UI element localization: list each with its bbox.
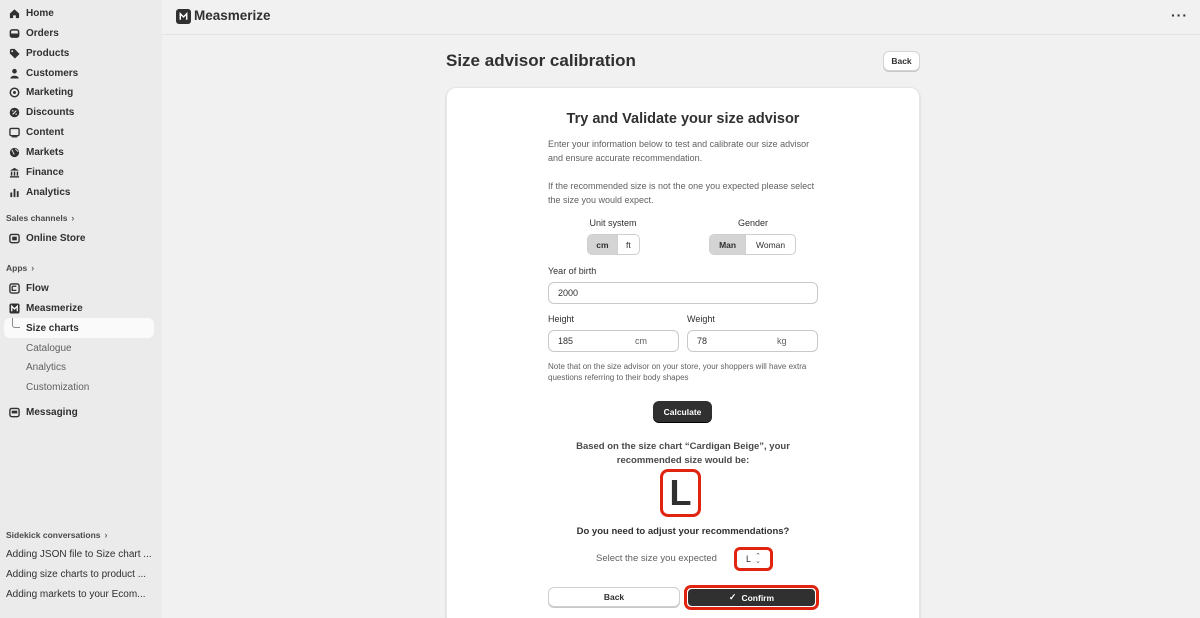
person-icon xyxy=(8,67,20,79)
height-label: Height xyxy=(548,314,575,324)
unit-option-cm[interactable]: cm xyxy=(588,235,617,254)
checkmark-icon: ✓ xyxy=(728,592,737,602)
sidebar-subitem-customization[interactable]: Customization xyxy=(26,378,89,396)
sidebar-item-marketing[interactable]: Marketing xyxy=(0,82,162,102)
tree-connector xyxy=(12,318,20,328)
gender-option-man[interactable]: Man xyxy=(710,235,746,254)
select-arrows-icon: ⌃ ⌄ xyxy=(755,553,761,565)
year-of-birth-label: Year of birth xyxy=(548,266,597,276)
bar-chart-icon xyxy=(8,186,20,198)
weight-label: Weight xyxy=(687,314,715,324)
expected-size-label: Select the size you expected xyxy=(596,553,717,564)
expected-size-select[interactable]: L ⌃ ⌄ xyxy=(734,547,773,571)
adjust-question: Do you need to adjust your recommendatio… xyxy=(576,526,790,537)
target-icon xyxy=(8,86,20,98)
sidebar: Home Orders Products Customers Marketing… xyxy=(0,0,162,618)
sidebar-item-label: Finance xyxy=(26,166,64,178)
sidebar-item-flow[interactable]: Flow xyxy=(0,278,162,298)
sidebar-item-label: Markets xyxy=(26,146,64,158)
sidebar-item-customers[interactable]: Customers xyxy=(0,63,162,83)
sidebar-item-label: Measmerize xyxy=(26,302,83,314)
sidebar-item-label: Home xyxy=(26,7,54,19)
sidebar-subitem-catalogue[interactable]: Catalogue xyxy=(26,339,72,357)
home-icon xyxy=(8,7,20,19)
sidebar-item-online-store[interactable]: Online Store xyxy=(0,228,162,248)
content-icon xyxy=(8,126,20,138)
bank-icon xyxy=(8,166,20,178)
sidebar-item-home[interactable]: Home xyxy=(0,3,162,23)
sidebar-item-content[interactable]: Content xyxy=(0,122,162,142)
sidekick-conversation[interactable]: Adding size charts to product ... xyxy=(6,569,146,580)
weight-input[interactable]: 78 kg xyxy=(687,330,818,352)
orders-icon xyxy=(8,27,20,39)
sidebar-item-label: Customers xyxy=(26,67,79,79)
messaging-icon xyxy=(8,406,20,418)
year-of-birth-input[interactable]: 2000 xyxy=(548,282,818,304)
apps-header[interactable]: Apps › xyxy=(6,263,34,273)
app-topbar: Measmerize ··· xyxy=(162,0,1200,35)
unit-system-toggle: cm ft xyxy=(587,234,640,255)
calculate-button[interactable]: Calculate xyxy=(653,401,712,422)
sidebar-item-label: Discounts xyxy=(26,106,75,118)
sidekick-header[interactable]: Sidekick conversations › xyxy=(6,530,108,540)
sidebar-item-analytics[interactable]: Analytics xyxy=(0,182,162,202)
globe-icon xyxy=(8,146,20,158)
sidebar-item-label: Content xyxy=(26,126,64,138)
gender-option-woman[interactable]: Woman xyxy=(745,235,795,254)
expected-size-value: L xyxy=(746,554,752,564)
chevron-right-icon: › xyxy=(31,263,35,273)
chevron-right-icon: › xyxy=(104,530,108,540)
sidebar-item-markets[interactable]: Markets xyxy=(0,142,162,162)
sales-channels-header[interactable]: Sales channels › xyxy=(6,213,74,223)
weight-unit: kg xyxy=(777,336,787,346)
chevron-right-icon: › xyxy=(71,213,75,223)
height-unit: cm xyxy=(635,336,647,346)
app-title: Measmerize xyxy=(194,8,271,23)
tag-icon xyxy=(8,47,20,59)
height-input[interactable]: 185 cm xyxy=(548,330,679,352)
sidebar-item-messaging[interactable]: Messaging xyxy=(0,402,162,422)
recommended-size-badge: L xyxy=(660,469,701,517)
sidekick-conversation[interactable]: Adding markets to your Ecom... xyxy=(6,589,146,600)
instruction-text: If the recommended size is not the one y… xyxy=(548,181,815,205)
measmerize-logo-icon xyxy=(8,302,20,314)
sidebar-item-label: Online Store xyxy=(26,232,86,244)
sidebar-item-label: Orders xyxy=(26,27,59,39)
back-button-header[interactable]: Back xyxy=(883,51,920,71)
gender-toggle: Man Woman xyxy=(709,234,796,255)
sidebar-item-label: Products xyxy=(26,47,70,59)
sidebar-item-measmerize[interactable]: Measmerize xyxy=(0,298,162,318)
sidebar-item-orders[interactable]: Orders xyxy=(0,23,162,43)
unit-system-label: Unit system xyxy=(589,218,637,228)
back-button[interactable]: Back xyxy=(548,587,680,607)
confirm-button[interactable]: ✓ Confirm xyxy=(688,589,815,606)
sidebar-item-products[interactable]: Products xyxy=(0,43,162,63)
store-icon xyxy=(8,232,20,244)
measmerize-logo-icon xyxy=(176,9,191,24)
page-title: Size advisor calibration xyxy=(446,51,636,70)
year-of-birth-value: 2000 xyxy=(558,288,579,298)
intro-text: Enter your information below to test and… xyxy=(548,139,810,163)
flow-icon xyxy=(8,282,20,294)
calibration-card xyxy=(446,87,920,618)
gender-label: Gender xyxy=(737,218,769,228)
more-actions-icon[interactable]: ··· xyxy=(1171,7,1188,23)
recommendation-text: Based on the size chart “Cardigan Beige”… xyxy=(576,441,790,466)
discount-icon xyxy=(8,106,20,118)
sidebar-item-finance[interactable]: Finance xyxy=(0,162,162,182)
height-value: 185 xyxy=(558,336,574,346)
body-shape-note: Note that on the size advisor on your st… xyxy=(548,362,807,382)
sidebar-item-label: Analytics xyxy=(26,186,71,198)
sidebar-item-discounts[interactable]: Discounts xyxy=(0,102,162,122)
sidebar-subitem-size-charts[interactable]: Size charts xyxy=(26,319,79,337)
confirm-label: Confirm xyxy=(741,592,775,603)
weight-value: 78 xyxy=(697,336,708,346)
sidebar-subitem-analytics[interactable]: Analytics xyxy=(26,358,66,376)
sidebar-item-label: Marketing xyxy=(26,86,74,98)
unit-option-ft[interactable]: ft xyxy=(616,235,639,254)
sidebar-item-label: Flow xyxy=(26,282,49,294)
sidekick-conversation[interactable]: Adding JSON file to Size chart ... xyxy=(6,549,152,560)
card-title: Try and Validate your size advisor xyxy=(566,111,800,127)
sidebar-item-label: Messaging xyxy=(26,406,78,418)
